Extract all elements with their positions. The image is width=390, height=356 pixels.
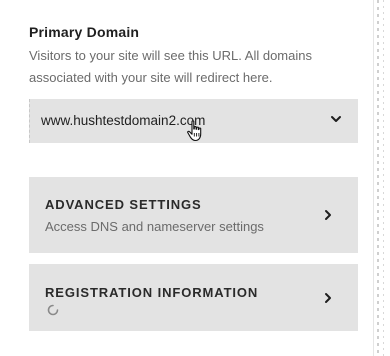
hand-cursor-icon [187,120,202,142]
registration-information-title: REGISTRATION INFORMATION [45,285,259,300]
domain-settings-panel: Primary Domain Visitors to your site wil… [0,0,374,356]
advanced-settings-subtitle: Access DNS and nameserver settings [45,219,264,234]
primary-domain-title: Primary Domain [29,24,140,40]
spinner-icon [47,304,59,316]
chevron-right-icon [325,210,331,220]
chevron-right-icon [325,293,331,303]
advanced-settings-title: ADVANCED SETTINGS [45,197,202,212]
panel-edge-decoration [377,0,379,356]
advanced-settings-card[interactable]: ADVANCED SETTINGS Access DNS and nameser… [29,177,358,253]
panel-edge-decoration-inner [383,0,384,356]
chevron-down-icon [331,116,341,122]
primary-domain-selected-value: www.hushtestdomain2.com [41,113,206,128]
primary-domain-description: Visitors to your site will see this URL.… [29,48,312,85]
registration-information-card[interactable]: REGISTRATION INFORMATION [29,264,358,331]
